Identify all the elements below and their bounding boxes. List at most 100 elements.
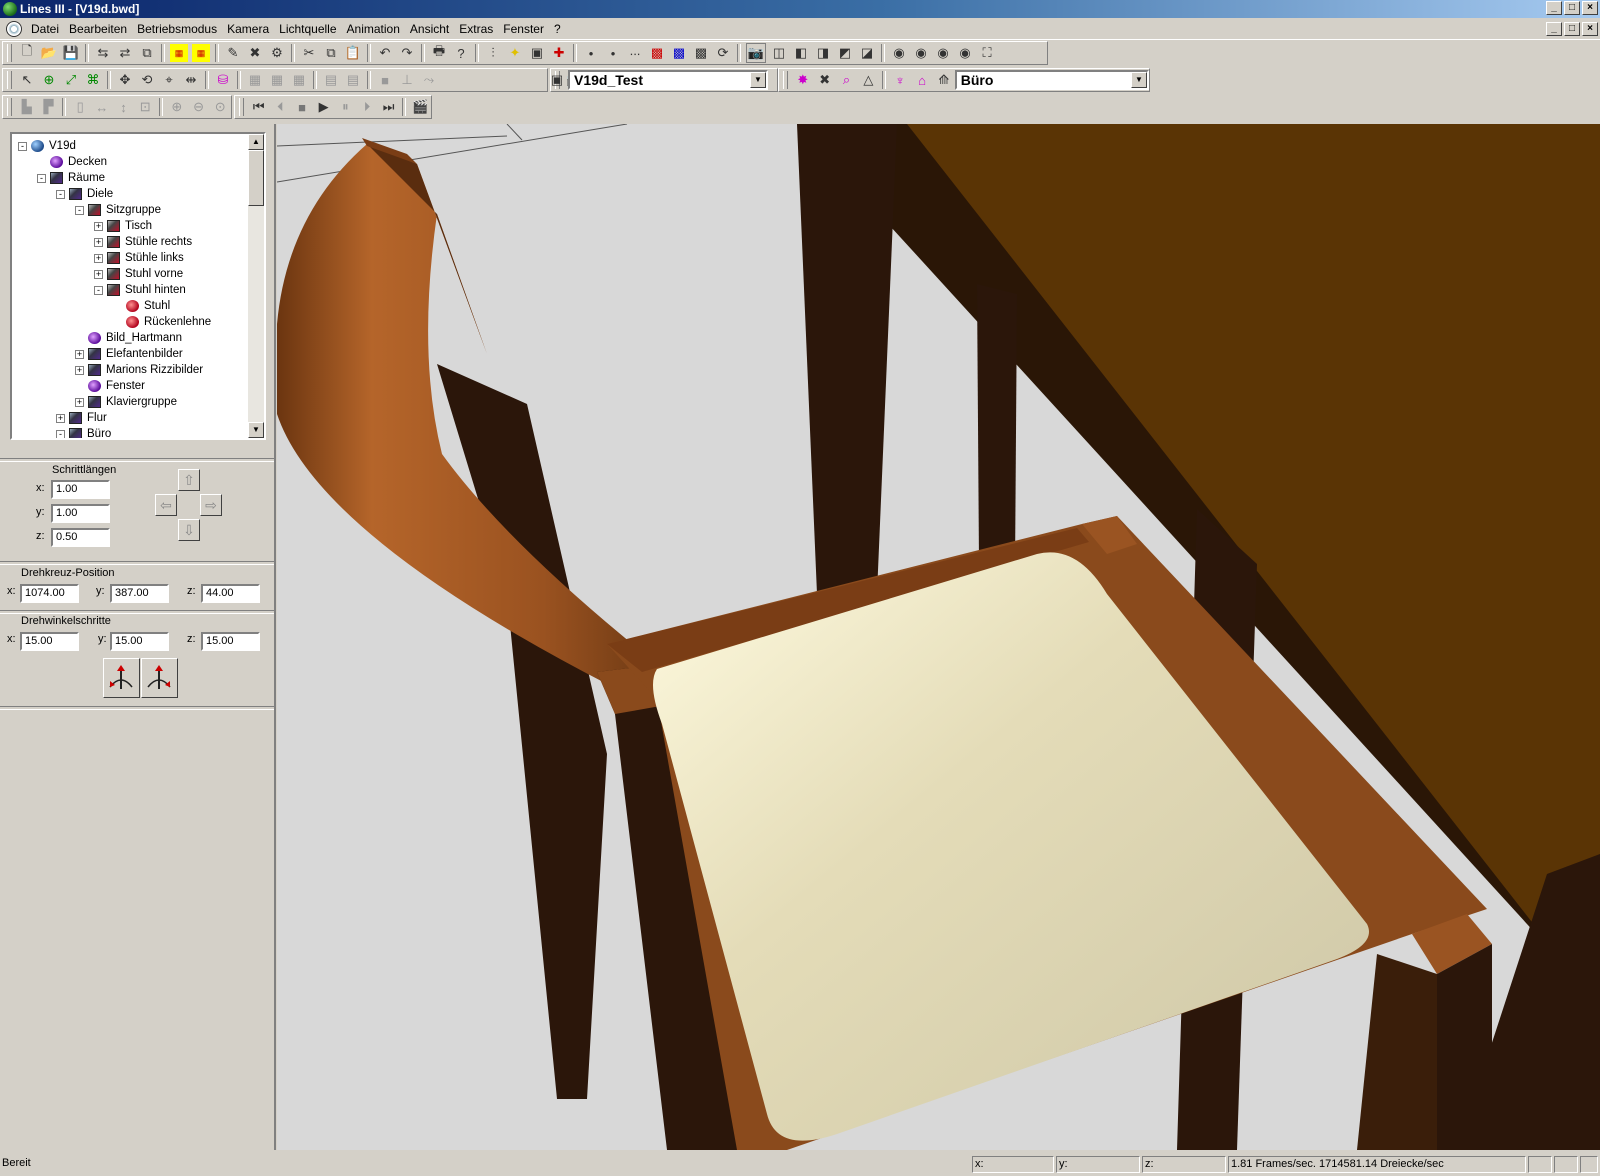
- pointer-mode-icon[interactable]: ⫶: [484, 44, 502, 62]
- render-all-icon[interactable]: ▦: [192, 44, 210, 62]
- resize-grip[interactable]: [1580, 1156, 1598, 1173]
- select-group-icon[interactable]: ⊕: [40, 71, 58, 89]
- expand-icon[interactable]: +: [94, 253, 103, 263]
- frame-icon[interactable]: ▯: [71, 98, 89, 116]
- zoom-reset-icon[interactable]: ⊙: [211, 98, 229, 116]
- pause-icon[interactable]: ⏸: [337, 98, 355, 116]
- tree-node[interactable]: Rückenlehne: [113, 314, 211, 330]
- scene-select[interactable]: V19d_Test ▼: [568, 70, 768, 90]
- align-3-icon[interactable]: ▦: [290, 71, 308, 89]
- rotation-x-input[interactable]: 15.00: [20, 632, 79, 651]
- menu-ansicht[interactable]: Ansicht: [405, 22, 454, 36]
- rotate-right-button[interactable]: [141, 658, 178, 698]
- height-icon[interactable]: ↕: [115, 98, 133, 116]
- tree-node[interactable]: + Stühle links: [94, 250, 184, 266]
- copy-icon[interactable]: ⧉: [322, 44, 340, 62]
- shade-flat-icon[interactable]: ◉: [890, 44, 908, 62]
- move-icon[interactable]: ✥: [116, 71, 134, 89]
- mdi-restore-button[interactable]: □: [1564, 22, 1580, 36]
- tree-node[interactable]: Fenster: [75, 378, 145, 394]
- rotate-left-button[interactable]: [103, 658, 140, 698]
- light-delete-icon[interactable]: ✖: [816, 71, 834, 89]
- paste-icon[interactable]: 📋: [344, 44, 362, 62]
- refresh-icon[interactable]: ⟳: [714, 44, 732, 62]
- tool-icon[interactable]: ✎: [224, 44, 242, 62]
- expand-icon[interactable]: +: [94, 237, 103, 247]
- pivot-icon[interactable]: ⌖: [160, 71, 178, 89]
- arrow-up-icon[interactable]: ⇧: [178, 469, 200, 491]
- view-side-icon[interactable]: ◧: [792, 44, 810, 62]
- delete-icon[interactable]: ✖: [246, 44, 264, 62]
- tree-node[interactable]: + Marions Rizzibilder: [75, 362, 203, 378]
- tree-node[interactable]: + Flur: [56, 410, 107, 426]
- redo-icon[interactable]: ↷: [398, 44, 416, 62]
- zoom-in-icon[interactable]: ⊕: [168, 98, 186, 116]
- tree-node[interactable]: + Elefantenbilder: [75, 346, 183, 362]
- render-icon[interactable]: ▦: [170, 44, 188, 62]
- expand-icon[interactable]: +: [75, 397, 84, 407]
- tree-node[interactable]: + Stühle rechts: [94, 234, 192, 250]
- steps-x-input[interactable]: 1.00: [51, 480, 110, 499]
- light-cone-icon[interactable]: △: [859, 71, 877, 89]
- minimize-button[interactable]: _: [1546, 1, 1562, 15]
- undo-icon[interactable]: ↶: [376, 44, 394, 62]
- view-camera-icon[interactable]: 📷: [746, 43, 766, 63]
- light-point-icon[interactable]: ✸: [794, 71, 812, 89]
- menu-bearbeiten[interactable]: Bearbeiten: [64, 22, 132, 36]
- zoom-out-icon[interactable]: ⊖: [190, 98, 208, 116]
- texture-blue-icon[interactable]: ▩: [670, 44, 688, 62]
- distribute-2-icon[interactable]: ▤: [344, 71, 362, 89]
- tree-node[interactable]: Stuhl: [113, 298, 170, 314]
- merge-icon[interactable]: ⧉: [138, 44, 156, 62]
- expand-icon[interactable]: +: [75, 349, 84, 359]
- fit-icon[interactable]: ⊡: [136, 98, 154, 116]
- group-tool-icon[interactable]: ⚙: [268, 44, 286, 62]
- select-arrow-icon[interactable]: ↖: [18, 71, 36, 89]
- rotate-icon[interactable]: ⟲: [138, 71, 156, 89]
- tree-node[interactable]: - V19d: [18, 138, 76, 154]
- tree-node[interactable]: - Sitzgruppe: [75, 202, 161, 218]
- points-row-icon[interactable]: ∙∙∙: [626, 44, 644, 62]
- tree-node[interactable]: - Stuhl hinten: [94, 282, 186, 298]
- select-link-icon[interactable]: ⤢: [62, 71, 80, 89]
- menu-extras[interactable]: Extras: [454, 22, 498, 36]
- mirror-icon[interactable]: ⇹: [182, 71, 200, 89]
- width-icon[interactable]: ↔: [93, 98, 111, 116]
- chevron-down-icon[interactable]: ▼: [750, 72, 766, 88]
- view-top-icon[interactable]: ◨: [814, 44, 832, 62]
- tree-node[interactable]: - Diele: [56, 186, 113, 202]
- tree-node[interactable]: + Tisch: [94, 218, 152, 234]
- view-iso-icon[interactable]: ◪: [858, 44, 876, 62]
- new-file-icon[interactable]: 🗋: [18, 43, 36, 62]
- menu-betriebsmodus[interactable]: Betriebsmodus: [132, 22, 222, 36]
- expand-icon[interactable]: +: [75, 365, 84, 375]
- room-icon[interactable]: ⟰: [935, 71, 953, 89]
- last-frame-icon[interactable]: ⏭: [380, 98, 398, 116]
- export-icon[interactable]: ⇄: [116, 44, 134, 62]
- collapse-icon[interactable]: -: [18, 141, 27, 151]
- steps-z-input[interactable]: 0.50: [51, 528, 110, 547]
- cut-icon[interactable]: ✂: [300, 44, 318, 62]
- collapse-icon[interactable]: -: [56, 189, 65, 199]
- arrow-right-icon[interactable]: ⇨: [200, 494, 222, 516]
- mdi-close-button[interactable]: ×: [1582, 22, 1598, 36]
- pivot-x-input[interactable]: 1074.00: [20, 584, 79, 603]
- close-button[interactable]: ×: [1582, 1, 1598, 15]
- scroll-up-icon[interactable]: ▲: [248, 134, 264, 150]
- rotation-z-input[interactable]: 15.00: [201, 632, 260, 651]
- chevron-down-icon[interactable]: ▼: [1130, 72, 1147, 88]
- collapse-icon[interactable]: -: [94, 285, 103, 295]
- shade-wire-icon[interactable]: ◉: [956, 44, 974, 62]
- next-frame-icon[interactable]: ⏵: [358, 98, 376, 116]
- select-all-icon[interactable]: ⌘: [84, 71, 102, 89]
- menu-help[interactable]: ?: [549, 22, 566, 36]
- collapse-icon[interactable]: -: [37, 173, 46, 183]
- rotation-y-input[interactable]: 15.00: [110, 632, 169, 651]
- steps-y-input[interactable]: 1.00: [51, 504, 110, 523]
- room-lamp-icon[interactable]: ⌂: [913, 71, 931, 89]
- expand-icon[interactable]: +: [94, 269, 103, 279]
- material-icon[interactable]: ✚: [550, 44, 568, 62]
- prev-frame-icon[interactable]: ⏴: [272, 98, 290, 116]
- align-1-icon[interactable]: ▦: [246, 71, 264, 89]
- wall-icon[interactable]: ▛: [40, 98, 58, 116]
